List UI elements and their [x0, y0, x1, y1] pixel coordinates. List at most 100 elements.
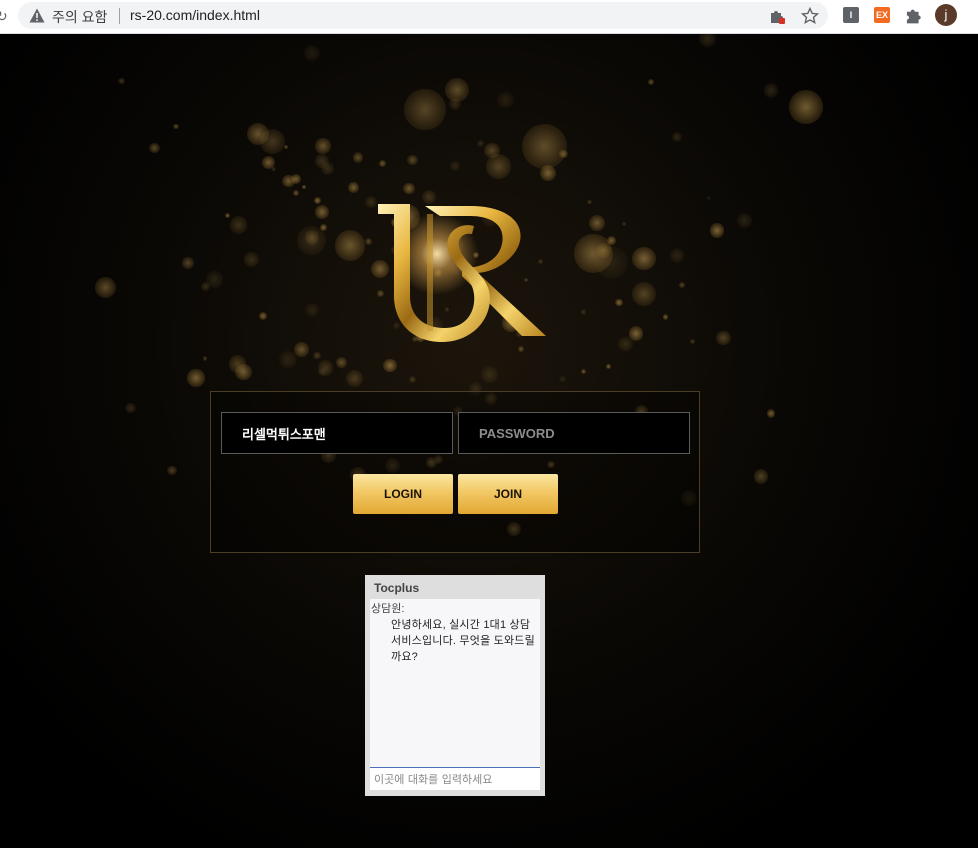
chat-widget: Tocplus 상담원: 안녕하세요, 실시간 1대1 상담 서비스입니다. 무… [365, 575, 545, 796]
extension-i-icon[interactable]: I [843, 7, 859, 23]
address-bar[interactable]: 주의 요함 rs-20.com/index.html [18, 2, 828, 29]
browser-toolbar: ↻ 주의 요함 rs-20.com/index.html I EX j [0, 0, 978, 34]
bokeh-particle [284, 144, 289, 149]
bokeh-particle [383, 358, 397, 373]
password-input[interactable] [458, 412, 690, 454]
bokeh-particle [225, 213, 231, 219]
bokeh-particle [167, 465, 177, 476]
bokeh-particle [335, 356, 348, 369]
bokeh-particle [408, 376, 416, 384]
bokeh-particle [125, 403, 136, 414]
bokeh-particle [707, 196, 712, 201]
bokeh-particle [662, 314, 669, 320]
bokeh-particle [173, 123, 179, 130]
extension-ex-icon[interactable]: EX [874, 7, 890, 23]
join-button[interactable]: JOIN [458, 474, 558, 514]
bokeh-particle [558, 375, 566, 383]
bokeh-particle [631, 281, 656, 306]
bokeh-particle [632, 246, 656, 270]
rs-logo [378, 204, 546, 342]
bokeh-particle [497, 91, 514, 109]
bokeh-particle [737, 212, 753, 228]
bokeh-particle [672, 131, 683, 142]
login-button[interactable]: LOGIN [353, 474, 453, 514]
security-status[interactable]: 주의 요함 [52, 7, 107, 27]
blocked-extension-icon[interactable] [768, 7, 786, 25]
bokeh-particle [615, 298, 623, 307]
bokeh-particle [607, 236, 616, 245]
bokeh-particle [699, 34, 716, 47]
bokeh-particle [589, 215, 605, 232]
bokeh-particle [117, 77, 125, 85]
bokeh-particle [271, 166, 276, 172]
profile-avatar[interactable]: j [935, 4, 957, 26]
bokeh-particle [303, 44, 320, 61]
bokeh-particle [404, 88, 446, 130]
chat-sender-label: 상담원: [371, 603, 405, 615]
bokeh-particle [622, 222, 627, 227]
bokeh-particle [206, 271, 223, 288]
bokeh-particle [314, 153, 329, 168]
bokeh-particle [347, 181, 360, 194]
login-panel: LOGIN JOIN [210, 391, 700, 553]
bokeh-particle [586, 199, 592, 205]
bokeh-particle [290, 173, 301, 184]
reload-icon[interactable]: ↻ [0, 8, 8, 25]
chat-message-area[interactable]: 상담원: 안녕하세요, 실시간 1대1 상담 서비스입니다. 무엇을 도와드릴까… [370, 599, 540, 768]
bokeh-particle [203, 356, 208, 361]
bokeh-particle [678, 281, 685, 288]
bokeh-particle [302, 185, 307, 190]
bokeh-particle [313, 197, 321, 205]
bokeh-particle [304, 303, 319, 317]
bokeh-particle [258, 311, 267, 320]
warning-icon [29, 8, 45, 23]
bokeh-particle [617, 336, 633, 352]
bokeh-particle [480, 365, 498, 383]
bokeh-particle [315, 205, 329, 219]
bokeh-particle [648, 78, 655, 85]
bokeh-particle [580, 309, 587, 315]
chat-input[interactable] [370, 768, 540, 790]
bokeh-particle [605, 363, 612, 370]
bokeh-particle [187, 369, 205, 387]
bokeh-particle [315, 138, 331, 155]
bokeh-particle [229, 216, 248, 234]
bokeh-particle [94, 276, 116, 298]
bokeh-particle [763, 83, 779, 98]
bokeh-particle [753, 469, 769, 484]
bokeh-particle [352, 152, 364, 164]
bokeh-particle [403, 183, 415, 195]
bokeh-particle [580, 368, 586, 375]
extensions-puzzle-icon[interactable] [905, 7, 922, 24]
bokeh-particle [716, 330, 731, 346]
bokeh-particle [292, 190, 300, 197]
bokeh-particle [789, 90, 823, 124]
bokeh-particle [448, 98, 461, 111]
url-text[interactable]: rs-20.com/index.html [130, 7, 260, 23]
username-input[interactable] [221, 412, 453, 454]
bokeh-particle [378, 160, 386, 167]
bokeh-particle [313, 352, 321, 360]
bokeh-particle [690, 339, 695, 344]
bokeh-particle [345, 369, 364, 388]
bokeh-particle [521, 123, 567, 169]
page-background: LOGIN JOIN Tocplus 상담원: 안녕하세요, 실시간 1대1 상… [0, 34, 978, 848]
bokeh-particle [317, 360, 334, 376]
bookmark-star-icon[interactable] [801, 7, 819, 25]
bokeh-particle [294, 342, 310, 357]
bokeh-particle [319, 223, 328, 232]
bokeh-particle [247, 122, 270, 145]
bokeh-particle [182, 257, 194, 269]
bokeh-particle [595, 245, 629, 279]
bokeh-particle [334, 229, 366, 261]
bokeh-particle [244, 252, 260, 268]
bokeh-particle [449, 161, 460, 172]
address-separator [119, 8, 120, 24]
bokeh-particle [767, 409, 776, 418]
chat-message: 안녕하세요, 실시간 1대1 상담 서비스입니다. 무엇을 도와드릴까요? [391, 619, 535, 663]
bokeh-particle [485, 153, 511, 179]
chat-title: Tocplus [374, 581, 420, 595]
bokeh-particle [669, 248, 685, 263]
bokeh-particle [235, 364, 252, 381]
bokeh-particle [476, 139, 485, 148]
